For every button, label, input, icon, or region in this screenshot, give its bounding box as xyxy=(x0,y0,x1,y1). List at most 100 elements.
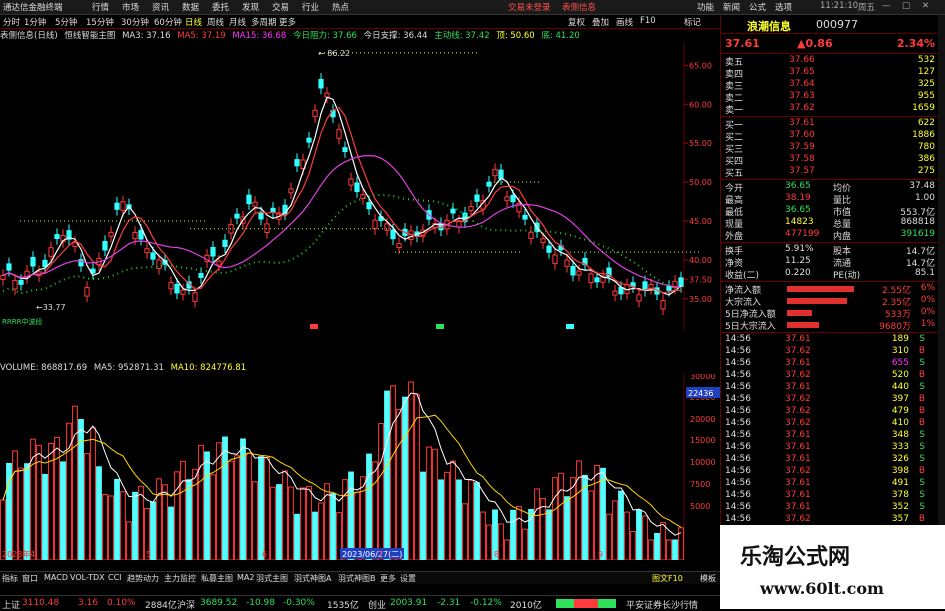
tab-trend[interactable]: 趋势动力 xyxy=(127,573,159,584)
sh-name[interactable]: 上证 xyxy=(2,598,20,611)
tab-60min[interactable]: 60分钟 xyxy=(154,16,182,28)
menu-hotspot[interactable]: 热点 xyxy=(332,1,349,13)
bid-price[interactable]: 37.58 xyxy=(789,154,815,164)
tab-cci[interactable]: CCI xyxy=(108,573,122,582)
tab-5min[interactable]: 5分钟 xyxy=(55,16,77,28)
tab-weekly[interactable]: 周线 xyxy=(207,16,224,28)
bid-row: 买五 37.57 275 xyxy=(721,166,939,179)
volume-chart[interactable]: 3000025000200001500010000750050002243620… xyxy=(0,374,720,560)
kline-chart[interactable]: 65.00 60.00 55.00 50.00 45.00 40.00 37.50 35.00… xyxy=(0,42,720,330)
tick-direction: B xyxy=(918,514,925,524)
stat-row: 最低 36.65 市值 553.7亿 xyxy=(721,205,939,218)
ask-price[interactable]: 37.64 xyxy=(789,79,815,89)
tick-price: 37.61 xyxy=(785,490,811,500)
candle xyxy=(552,254,558,265)
tab-monthly[interactable]: 月线 xyxy=(229,16,246,28)
sz-name[interactable]: 沪深 xyxy=(177,598,195,611)
sh-value: 3110.48 xyxy=(22,598,60,608)
broker-name[interactable]: 平安证券长沙行情 xyxy=(626,598,698,611)
cy-name[interactable]: 创业 xyxy=(368,598,386,611)
fund-flow-value: 9680万 xyxy=(879,322,911,332)
volume-bar xyxy=(342,479,348,560)
trade-login-status[interactable]: 交易未登录 xyxy=(508,1,551,13)
ask-price[interactable]: 37.65 xyxy=(789,67,815,77)
maximize-icon[interactable]: □ xyxy=(902,1,910,11)
ma3-value: MA3: 37.16 xyxy=(122,31,171,41)
bid-price[interactable]: 37.59 xyxy=(789,142,815,152)
volume-bar xyxy=(462,503,468,560)
tab-1min[interactable]: 1分钟 xyxy=(24,16,46,28)
menu-quotes[interactable]: 行情 xyxy=(92,1,109,13)
menu-industry[interactable]: 行业 xyxy=(302,1,319,13)
menu-data[interactable]: 数据 xyxy=(182,1,199,13)
bid-price[interactable]: 37.60 xyxy=(789,130,815,140)
stock-name[interactable]: 浪潮信息 xyxy=(747,18,791,34)
stock-code[interactable]: 000977 xyxy=(816,18,858,31)
volume-bar xyxy=(240,438,246,560)
menu-news[interactable]: 资讯 xyxy=(152,1,169,13)
tab-main-monitor[interactable]: 主力监控 xyxy=(164,573,196,584)
price-tick-label: 50.00 xyxy=(689,178,712,187)
volume-bar xyxy=(54,436,60,560)
menu-function[interactable]: 功能 xyxy=(697,1,714,13)
minimize-icon[interactable]: — xyxy=(882,1,891,11)
volume-bar xyxy=(456,479,462,560)
stat-value: 11.25 xyxy=(785,256,811,266)
tab-vol-tdx[interactable]: VOL-TDX xyxy=(70,573,105,582)
formula-name[interactable]: 恒线智能主图 xyxy=(64,31,115,41)
menu-discover[interactable]: 发现 xyxy=(242,1,259,13)
volume-bar xyxy=(504,539,510,560)
volume-bar xyxy=(150,501,156,560)
close-icon[interactable]: ✕ xyxy=(922,1,929,11)
tab-ma2[interactable]: MA2 xyxy=(237,573,254,582)
tab-template[interactable]: 模板 xyxy=(700,573,716,584)
menu-order[interactable]: 委托 xyxy=(212,1,229,13)
menu-trade[interactable]: 交易 xyxy=(272,1,289,13)
menu-formula[interactable]: 公式 xyxy=(749,1,766,13)
ask-volume: 127 xyxy=(917,67,935,77)
tab-yu-a[interactable]: 羽式神图A xyxy=(294,573,331,584)
tab-30min[interactable]: 30分钟 xyxy=(121,16,149,28)
tab-intraday[interactable]: 分时 xyxy=(3,16,20,28)
candle xyxy=(678,277,684,287)
tick-price: 37.62 xyxy=(785,514,811,524)
tab-macd[interactable]: MACD xyxy=(44,573,68,582)
tool-adjust[interactable]: 复权 xyxy=(568,16,585,28)
volume-bar xyxy=(510,509,516,560)
tab-multi-period[interactable]: 多周期 xyxy=(251,16,277,28)
tab-private-main[interactable]: 私募主图 xyxy=(201,573,233,584)
ask-price[interactable]: 37.63 xyxy=(789,91,815,101)
tool-overlay[interactable]: 叠加 xyxy=(592,16,609,28)
tool-mark[interactable]: 标记 xyxy=(684,16,701,28)
candle xyxy=(72,242,78,247)
tick-time: 14:56 xyxy=(725,358,751,368)
tab-indicator[interactable]: 指标 xyxy=(2,573,18,584)
bid-volume: 780 xyxy=(917,142,935,152)
tool-draw[interactable]: 画线 xyxy=(616,16,633,28)
volume-bar xyxy=(636,509,642,560)
tab-daily[interactable]: 日线 xyxy=(185,16,202,28)
tab-f10-text[interactable]: 图文F10 xyxy=(652,573,683,584)
menu-news-right[interactable]: 新闻 xyxy=(723,1,740,13)
tab-yu-main[interactable]: 羽式主图 xyxy=(256,573,288,584)
tab-15min[interactable]: 15分钟 xyxy=(86,16,114,28)
bid-price[interactable]: 37.57 xyxy=(789,166,815,176)
ask-row: 卖三 37.64 325 xyxy=(721,79,939,92)
tool-f10[interactable]: F10 xyxy=(640,16,656,26)
tab-settings[interactable]: 设置 xyxy=(400,573,416,584)
menu-market[interactable]: 市场 xyxy=(122,1,139,13)
candle xyxy=(354,182,360,192)
candle xyxy=(114,202,120,210)
ask-price[interactable]: 37.66 xyxy=(789,55,815,65)
volume-bar xyxy=(450,460,456,560)
menu-options[interactable]: 选项 xyxy=(775,1,792,13)
tab-yu-b[interactable]: 羽式神图B xyxy=(338,573,376,584)
side-toolbar[interactable] xyxy=(938,15,945,570)
ask-price[interactable]: 37.62 xyxy=(789,103,815,113)
tab-more[interactable]: 更多 xyxy=(279,16,296,28)
bid-price[interactable]: 37.61 xyxy=(789,118,815,128)
tab-more-ind[interactable]: 更多 xyxy=(380,573,396,584)
stat-value: 0.220 xyxy=(785,268,811,278)
month-tick-label: 4 xyxy=(30,550,35,559)
tab-window[interactable]: 窗口 xyxy=(22,573,38,584)
